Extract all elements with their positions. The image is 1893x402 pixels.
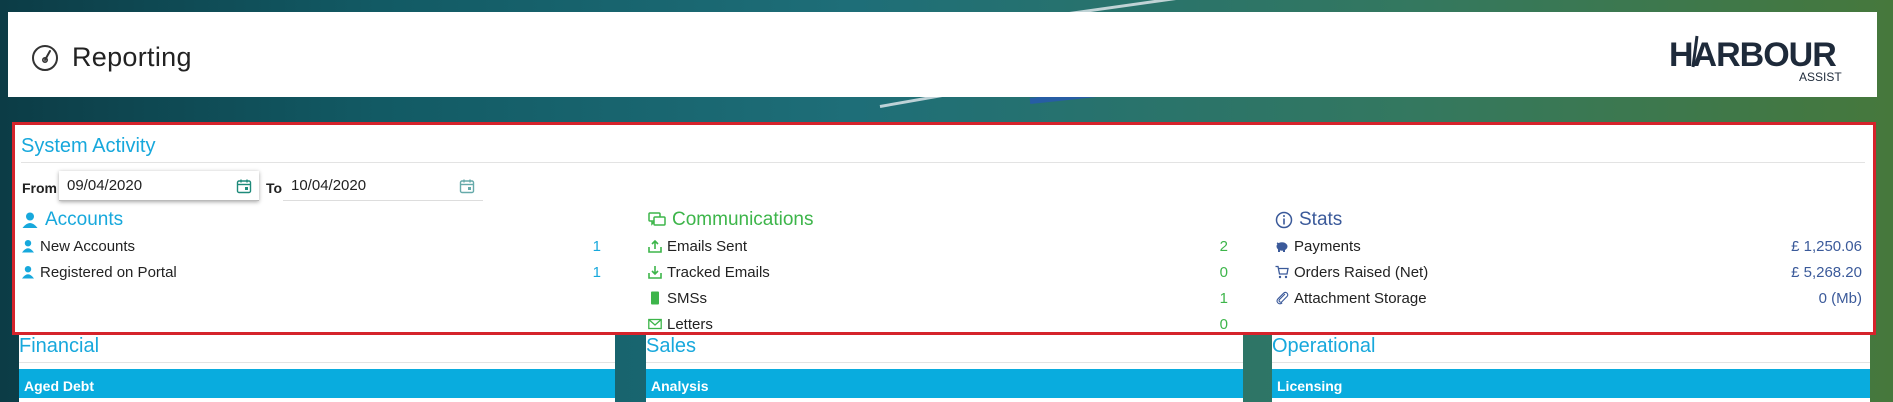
list-item: Tracked Emails 0	[648, 259, 1228, 285]
accounts-heading: Accounts	[21, 207, 601, 233]
sales-section: Sales Analysis	[646, 335, 1243, 402]
dashboard-gauge-icon	[32, 44, 58, 71]
stats-heading: Stats	[1275, 207, 1862, 233]
row-value[interactable]: £ 5,268.20	[1791, 264, 1862, 281]
date-range: From To	[21, 171, 621, 201]
tray-download-icon	[648, 266, 662, 279]
from-label: From	[22, 180, 57, 196]
paperclip-icon	[1276, 291, 1289, 305]
row-label: Registered on Portal	[40, 263, 177, 281]
accounts-column: Accounts New Accounts 1 Registered on Po…	[21, 207, 601, 285]
row-label: Payments	[1294, 237, 1361, 255]
from-date-input[interactable]	[59, 171, 259, 201]
mobile-phone-icon	[651, 291, 659, 305]
calendar-icon[interactable]	[236, 178, 252, 194]
list-item: Emails Sent 2	[648, 233, 1228, 259]
aged-debt-tab[interactable]: Aged Debt	[19, 369, 615, 398]
user-icon	[22, 266, 34, 279]
operational-section: Operational Licensing	[1272, 335, 1870, 402]
title-wrap: Reporting	[30, 42, 192, 73]
user-icon	[22, 240, 34, 253]
row-value[interactable]: 1	[593, 264, 601, 281]
piggy-bank-icon	[1276, 242, 1288, 252]
harbour-assist-logo: HARBOUR ASSIST	[1669, 35, 1842, 84]
row-value[interactable]: 1	[593, 238, 601, 255]
financial-section: Financial Aged Debt	[19, 335, 615, 402]
row-value[interactable]: 2	[1220, 238, 1228, 255]
accounts-title: Accounts	[45, 209, 124, 230]
shopping-cart-icon	[1275, 265, 1289, 279]
sales-title: Sales	[646, 335, 697, 357]
operational-title: Operational	[1272, 335, 1376, 357]
row-label: Tracked Emails	[667, 263, 770, 281]
row-value[interactable]: 0	[1220, 264, 1228, 281]
section-divider	[21, 162, 1865, 163]
user-icon	[22, 212, 38, 228]
stats-title: Stats	[1299, 209, 1343, 230]
row-value[interactable]: 1	[1220, 290, 1228, 307]
list-item: New Accounts 1	[21, 233, 601, 259]
row-label: Emails Sent	[667, 237, 748, 255]
financial-title: Financial	[19, 335, 100, 357]
to-label: To	[266, 180, 283, 196]
section-divider	[1272, 362, 1870, 363]
svg-text:ASSIST: ASSIST	[1799, 70, 1842, 84]
row-value[interactable]: £ 1,250.06	[1791, 238, 1862, 255]
page-title: Reporting	[72, 42, 192, 72]
communications-title: Communications	[672, 209, 814, 230]
row-value[interactable]: 0 (Mb)	[1819, 290, 1862, 307]
calendar-icon[interactable]	[459, 178, 475, 194]
analysis-tab[interactable]: Analysis	[646, 369, 1243, 398]
section-divider	[646, 362, 1243, 363]
info-icon	[1275, 211, 1293, 229]
chat-bubbles-icon	[648, 212, 666, 226]
system-activity-title: System Activity	[21, 135, 156, 157]
row-label: Orders Raised (Net)	[1294, 263, 1429, 281]
licensing-tab[interactable]: Licensing	[1272, 369, 1870, 398]
to-date-input[interactable]	[283, 171, 483, 201]
list-item: SMSs 1	[648, 285, 1228, 311]
list-item: Orders Raised (Net) £ 5,268.20	[1275, 259, 1862, 285]
envelope-icon	[648, 318, 662, 330]
row-label: Attachment Storage	[1294, 289, 1427, 307]
row-label: New Accounts	[40, 237, 136, 255]
list-item: Payments £ 1,250.06	[1275, 233, 1862, 259]
page-header: Reporting HARBOUR ASSIST	[8, 12, 1877, 97]
section-divider	[19, 362, 615, 363]
list-item: Letters 0	[648, 311, 1228, 337]
row-value[interactable]: 0	[1220, 316, 1228, 333]
communications-column: Communications Emails Sent 2 Tracked Ema…	[648, 207, 1228, 337]
row-label: Letters	[667, 315, 713, 333]
system-activity-panel: System Activity From To Accounts N	[12, 122, 1876, 335]
list-item: Registered on Portal 1	[21, 259, 601, 285]
row-label: SMSs	[667, 289, 708, 307]
communications-heading: Communications	[648, 207, 1228, 233]
stats-column: Stats Payments £ 1,250.06 Orders Raised …	[1275, 207, 1862, 311]
tray-upload-icon	[648, 239, 662, 253]
list-item: Attachment Storage 0 (Mb)	[1275, 285, 1862, 311]
